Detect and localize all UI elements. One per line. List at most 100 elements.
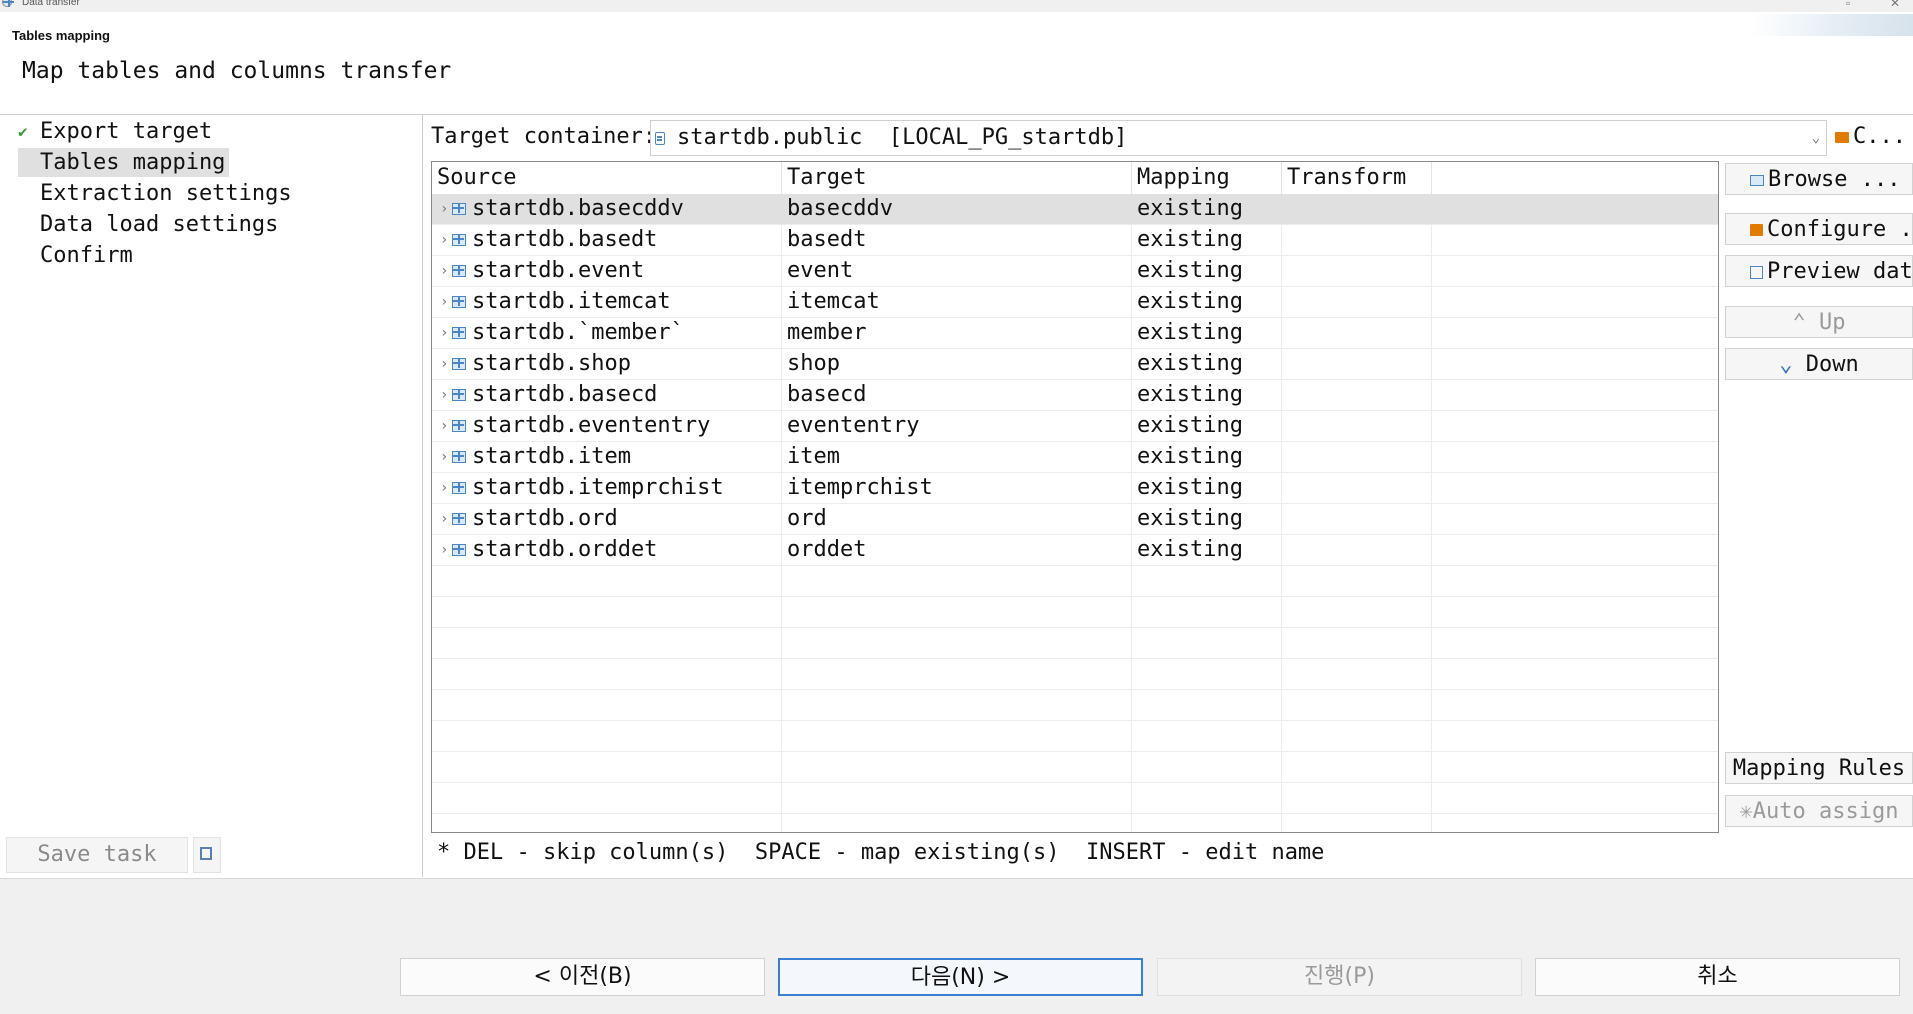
target-cell[interactable]: shop	[787, 349, 840, 379]
cancel-button[interactable]: 취소	[1535, 958, 1900, 996]
mapping-table[interactable]: Source Target Mapping Transform › startdb…	[431, 161, 1719, 833]
column-header-mapping[interactable]: Mapping	[1132, 162, 1282, 194]
source-cell[interactable]: startdb.evententry	[472, 411, 710, 441]
table-row[interactable]: › startdb.`member` member existing	[432, 318, 1718, 349]
expand-chevron-icon[interactable]: ›	[440, 473, 448, 503]
save-task-options-button[interactable]	[193, 837, 221, 873]
mapping-cell[interactable]: existing	[1137, 318, 1243, 348]
table-row[interactable]: › startdb.item item existing	[432, 442, 1718, 473]
step-tables-mapping[interactable]: Tables mapping	[18, 148, 230, 177]
target-cell[interactable]: basedt	[787, 225, 866, 255]
target-container-combo[interactable]: startdb.public [LOCAL_PG_startdb] ⌄	[650, 120, 1827, 156]
table-row[interactable]: › startdb.itemcat itemcat existing	[432, 287, 1718, 318]
target-cell[interactable]: basecd	[787, 380, 866, 410]
auto-assign-button[interactable]: ✳Auto assign	[1725, 795, 1913, 827]
empty-row	[432, 721, 1718, 752]
table-row[interactable]: › startdb.evententry evententry existing	[432, 411, 1718, 442]
mapping-cell[interactable]: existing	[1137, 473, 1243, 503]
empty-row	[432, 566, 1718, 597]
mapping-cell[interactable]: existing	[1137, 504, 1243, 534]
table-row[interactable]: › startdb.basecd basecd existing	[432, 380, 1718, 411]
proceed-button[interactable]: 진행(P)	[1157, 958, 1522, 996]
configure-icon	[1750, 224, 1763, 236]
mapping-cell[interactable]: existing	[1137, 287, 1243, 317]
expand-chevron-icon[interactable]: ›	[440, 349, 448, 379]
target-cell[interactable]: evententry	[787, 411, 919, 441]
down-button[interactable]: ⌄ Down	[1725, 348, 1913, 380]
target-cell[interactable]: itemcat	[787, 287, 880, 317]
preview-data-button[interactable]: Preview data	[1725, 255, 1913, 287]
next-button[interactable]: 다음(N) >	[778, 958, 1143, 996]
expand-chevron-icon[interactable]: ›	[440, 225, 448, 255]
table-row[interactable]: › startdb.basecddv basecddv existing	[432, 194, 1718, 225]
expand-chevron-icon[interactable]: ›	[440, 318, 448, 348]
source-cell[interactable]: startdb.event	[472, 256, 644, 286]
source-cell[interactable]: startdb.shop	[472, 349, 631, 379]
choose-container-label: C...	[1853, 124, 1906, 149]
source-cell[interactable]: startdb.item	[472, 442, 631, 472]
target-cell[interactable]: member	[787, 318, 866, 348]
step-data-load-settings[interactable]: Data load settings	[18, 210, 282, 239]
table-row[interactable]: › startdb.itemprchist itemprchist existing	[432, 473, 1718, 504]
maximize-icon[interactable]: ▫	[1846, 0, 1850, 10]
choose-container-button[interactable]: C...	[1832, 120, 1913, 154]
target-cell[interactable]: itemprchist	[787, 473, 933, 503]
source-cell[interactable]: startdb.itemprchist	[472, 473, 724, 503]
source-cell[interactable]: startdb.orddet	[472, 535, 657, 565]
source-cell[interactable]: startdb.`member`	[472, 318, 684, 348]
expand-chevron-icon[interactable]: ›	[440, 442, 448, 472]
target-cell[interactable]: ord	[787, 504, 827, 534]
step-export-target[interactable]: ✔ Export target	[18, 117, 216, 146]
table-row[interactable]: › startdb.ord ord existing	[432, 504, 1718, 535]
mapping-cell[interactable]: existing	[1137, 194, 1243, 224]
close-icon[interactable]: ✕	[1890, 0, 1900, 10]
expand-chevron-icon[interactable]: ›	[440, 194, 448, 224]
step-confirm[interactable]: Confirm	[18, 241, 137, 270]
save-task-button[interactable]: Save task	[6, 837, 188, 873]
mapping-rules-button[interactable]: Mapping Rules	[1725, 752, 1913, 784]
mapping-cell[interactable]: existing	[1137, 380, 1243, 410]
table-row[interactable]: › startdb.shop shop existing	[432, 349, 1718, 380]
mapping-cell[interactable]: existing	[1137, 442, 1243, 472]
source-cell[interactable]: startdb.itemcat	[472, 287, 671, 317]
chevron-down-icon[interactable]: ⌄	[1812, 121, 1820, 155]
expand-chevron-icon[interactable]: ›	[440, 411, 448, 441]
mapping-cell[interactable]: existing	[1137, 349, 1243, 379]
source-cell[interactable]: startdb.ord	[472, 504, 618, 534]
source-cell[interactable]: startdb.basecd	[472, 380, 657, 410]
column-header-transform[interactable]: Transform	[1282, 162, 1432, 194]
mapping-rules-label: Mapping Rules	[1732, 756, 1906, 781]
mapping-cell[interactable]: existing	[1137, 535, 1243, 565]
empty-row	[432, 783, 1718, 814]
table-icon	[452, 389, 466, 401]
target-cell[interactable]: item	[787, 442, 840, 472]
expand-chevron-icon[interactable]: ›	[440, 504, 448, 534]
up-button[interactable]: ⌃ Up	[1725, 306, 1913, 338]
mapping-cell[interactable]: existing	[1137, 256, 1243, 286]
step-extraction-settings[interactable]: Extraction settings	[18, 179, 296, 208]
table-row[interactable]: › startdb.event event existing	[432, 256, 1718, 287]
target-cell[interactable]: orddet	[787, 535, 866, 565]
expand-chevron-icon[interactable]: ›	[440, 287, 448, 317]
expand-chevron-icon[interactable]: ›	[440, 380, 448, 410]
schema-icon	[655, 132, 665, 145]
source-cell[interactable]: startdb.basedt	[472, 225, 657, 255]
preview-label: Preview data	[1767, 259, 1913, 284]
table-icon	[452, 296, 466, 308]
asterisk-icon: ✳	[1739, 799, 1753, 824]
target-cell[interactable]: basecddv	[787, 194, 893, 224]
target-cell[interactable]: event	[787, 256, 853, 286]
column-header-source[interactable]: Source	[432, 162, 782, 194]
mapping-cell[interactable]: existing	[1137, 225, 1243, 255]
table-row[interactable]: › startdb.orddet orddet existing	[432, 535, 1718, 566]
source-cell[interactable]: startdb.basecddv	[472, 194, 684, 224]
back-button[interactable]: < 이전(B)	[400, 958, 765, 996]
table-row[interactable]: › startdb.basedt basedt existing	[432, 225, 1718, 256]
empty-row	[432, 597, 1718, 628]
browse-button[interactable]: Browse ...	[1725, 163, 1913, 195]
mapping-cell[interactable]: existing	[1137, 411, 1243, 441]
column-header-target[interactable]: Target	[782, 162, 1132, 194]
configure-button[interactable]: Configure ...	[1725, 213, 1913, 245]
expand-chevron-icon[interactable]: ›	[440, 256, 448, 286]
expand-chevron-icon[interactable]: ›	[440, 535, 448, 565]
